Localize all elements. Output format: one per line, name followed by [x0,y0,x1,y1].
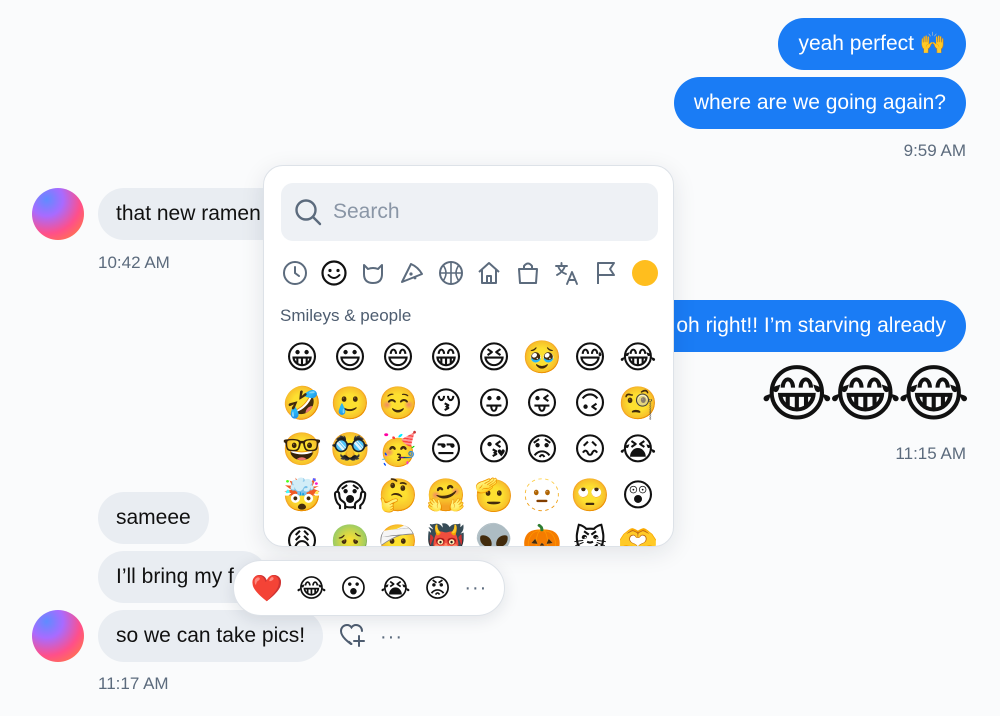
message-bubble-incoming[interactable]: sameee [98,492,209,544]
emoji-option[interactable]: 😀 [278,334,326,380]
more-reactions-icon[interactable]: ··· [464,577,487,600]
message-bubble-outgoing[interactable]: yeah perfect 🙌 [778,18,966,70]
reaction-option[interactable]: 😂 [296,575,326,601]
emoji-message[interactable]: 😂😂😂 [761,364,970,426]
emoji-option[interactable]: 😃 [326,334,374,380]
emoji-option[interactable]: 😚 [422,380,470,426]
reaction-option[interactable]: 😭 [380,575,410,601]
emoji-option[interactable]: 😩 [278,518,326,546]
emoji-option[interactable]: 😒 [422,426,470,472]
message-bubble-incoming[interactable]: so we can take pics! [98,610,324,662]
emoji-option[interactable]: 🎃 [518,518,566,546]
emoji-option[interactable]: 😱 [326,472,374,518]
smiley-icon[interactable] [317,256,351,290]
emoji-option[interactable]: 🧐 [614,380,662,426]
emoji-option[interactable]: 😖 [566,426,614,472]
emoji-option[interactable]: 😂 [614,334,662,380]
emoji-option[interactable]: 🤔 [374,472,422,518]
emoji-option[interactable]: 👹 [422,518,470,546]
clock-icon[interactable] [278,256,312,290]
emoji-option[interactable]: 😆 [470,334,518,380]
emoji-option[interactable]: 🥳 [374,426,422,472]
emoji-option[interactable]: 😭 [614,426,662,472]
emoji-option[interactable]: 🤯 [278,472,326,518]
reaction-bar: ❤️ 😂 😮 😭 😡 ··· [233,560,505,616]
emoji-picker: Smileys & people 😀😃😄😁😆🥹😅😂 🤣🥲☺️😚😛😜🙃🧐 🤓🥸🥳😒😘😟… [263,165,674,547]
reaction-option[interactable]: 😮 [340,575,367,601]
ball-icon[interactable] [434,256,468,290]
emoji-option[interactable]: 🤣 [278,380,326,426]
emoji-search [281,183,658,241]
emoji-option[interactable]: 👽 [470,518,518,546]
emoji-option[interactable]: 😛 [470,380,518,426]
emoji-option[interactable]: 😄 [374,334,422,380]
bag-icon[interactable] [511,256,545,290]
emoji-option[interactable]: 🤕 [374,518,422,546]
message-actions: ··· [338,622,403,653]
emoji-category-bar [278,256,662,290]
emoji-option[interactable]: 🤓 [278,426,326,472]
emoji-option[interactable]: 🫡 [470,472,518,518]
add-reaction-icon[interactable] [338,622,366,653]
avatar[interactable] [32,188,84,240]
translate-icon[interactable] [550,256,584,290]
reaction-option[interactable]: 😡 [424,575,451,601]
emoji-option[interactable]: 😘 [470,426,518,472]
emoji-search-input[interactable] [333,183,643,241]
emoji-option[interactable]: 🙄 [566,472,614,518]
message-timestamp: 10:42 AM [98,253,170,272]
emoji-option[interactable]: 🤗 [422,472,470,518]
emoji-option[interactable]: 😁 [422,334,470,380]
emoji-option[interactable]: 🥸 [326,426,374,472]
emoji-section-label: Smileys & people [280,306,412,325]
message-bubble-outgoing[interactable]: oh right!! I’m starving already [636,300,966,352]
flag-icon[interactable] [589,256,623,290]
emoji-option[interactable]: 😲 [614,472,662,518]
reaction-option[interactable]: ❤️ [251,575,283,601]
pizza-icon[interactable] [395,256,429,290]
emoji-option[interactable]: 😅 [566,334,614,380]
message-bubble-incoming[interactable]: that new ramen [98,188,288,240]
house-icon[interactable] [472,256,506,290]
emoji-option[interactable]: 🫶 [614,518,662,546]
cat-icon[interactable] [356,256,390,290]
emoji-option[interactable]: 🥲 [326,380,374,426]
skin-tone-icon[interactable] [628,256,662,290]
emoji-option[interactable]: 😜 [518,380,566,426]
more-options-icon[interactable]: ··· [380,626,403,649]
emoji-option[interactable]: 🥹 [518,334,566,380]
avatar[interactable] [32,610,84,662]
message-timestamp: 11:15 AM [895,444,966,463]
emoji-option[interactable]: ☺️ [374,380,422,426]
emoji-option[interactable]: 😼 [566,518,614,546]
message-timestamp: 11:17 AM [98,674,169,693]
search-icon [293,197,323,232]
emoji-option[interactable]: 🫥 [518,472,566,518]
message-timestamp: 9:59 AM [903,141,966,160]
message-bubble-outgoing[interactable]: where are we going again? [673,77,966,129]
emoji-option[interactable]: 🤢 [326,518,374,546]
emoji-option[interactable]: 🙃 [566,380,614,426]
emoji-option[interactable]: 😟 [518,426,566,472]
emoji-grid: 😀 😃 😄 😁 😆 🥹 😅 😂 🤣 🥲 ☺️ 😚 😛 😜 🙃 🧐 🤓 🥸 🥳 😒 😘 😟 😖 😭 🤯 😱 🤔 🤗 🫡 🫥 🙄 😲 😩 🤢 🤕 👹 👽 🎃 😼… [278,334,662,546]
